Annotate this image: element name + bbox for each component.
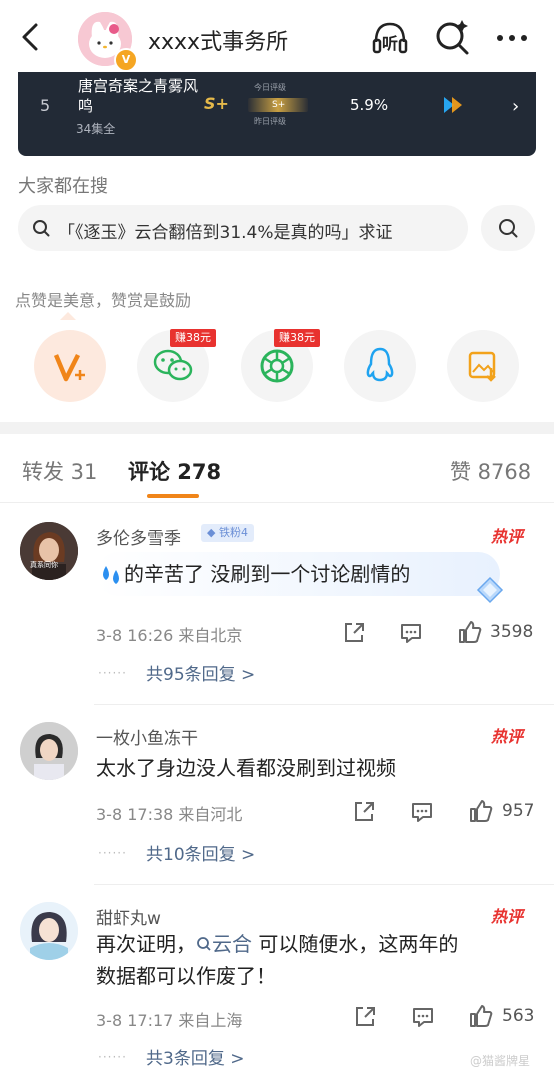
comment-time-location: 3-8 17:17 来自上海 <box>96 1011 243 1030</box>
comment-username[interactable]: 多伦多雪季 <box>96 524 181 549</box>
topic-link-text: 云合 <box>212 932 252 956</box>
qq-share-button[interactable] <box>344 330 416 402</box>
like-icon[interactable] <box>468 798 494 824</box>
comment-text: 太水了身边没人看都没刷到过视频 <box>96 756 396 780</box>
reply-dots: ······ <box>98 1050 127 1064</box>
vplus-reward-button[interactable] <box>34 330 106 402</box>
yesterday-grade-label: 昨日评级 <box>254 117 286 126</box>
reply-icon[interactable] <box>409 799 435 825</box>
listen-icon[interactable]: 听 <box>370 18 410 58</box>
hot-comment-badge: 热评 <box>491 727 524 746</box>
wechat-icon <box>153 349 193 381</box>
drama-title: 唐宫奇案之青雾风鸣 <box>78 77 199 115</box>
comment-username[interactable]: 一枚小鱼冻干 <box>96 724 198 749</box>
tab-divider <box>0 502 554 503</box>
rating-percent: 5.9% <box>350 96 389 114</box>
search-icon <box>197 937 211 951</box>
search-icon <box>499 219 518 238</box>
watermark: @猫酱牌星 <box>470 1054 531 1068</box>
hot-comment-badge: 热评 <box>491 907 524 926</box>
share-icon[interactable] <box>341 620 367 646</box>
trending-search-label: 大家都在搜 <box>18 176 108 197</box>
platform-logo-icon <box>444 97 462 113</box>
user-avatar[interactable] <box>20 902 78 960</box>
reward-title: 点赞是美意，赞赏是鼓励 <box>15 291 192 310</box>
avatar-caption: 真系同你 <box>30 561 58 569</box>
earn-badge: 赚38元 <box>274 329 320 347</box>
back-arrow-icon[interactable] <box>14 20 48 54</box>
tab-comment[interactable]: 评论 278 <box>128 456 221 486</box>
save-image-icon <box>468 351 496 382</box>
rank-number: 5 <box>40 96 51 115</box>
comment-text-line1: 再次证明， 云合 可以随便水，这两年的 <box>96 928 458 960</box>
verified-badge: V <box>114 48 138 72</box>
view-replies-link[interactable]: 共10条回复 > <box>146 840 255 865</box>
user-avatar[interactable]: 真系同你 <box>20 522 78 580</box>
like-icon[interactable] <box>468 1003 494 1029</box>
fan-badge: ◆ 铁粉4 <box>201 524 254 542</box>
ranking-banner[interactable]: 5 唐宫奇案之青雾风鸣 34集全 S+ 今日评级 S+ 昨日评级 5.9% › <box>18 72 536 156</box>
comment-text-pre: 再次证明， <box>96 932 196 956</box>
comment-text-line2: 数据都可以作废了！ <box>96 964 276 988</box>
reply-dots: ······ <box>98 666 127 680</box>
yesterday-grade-value: S+ <box>272 100 286 110</box>
like-count: 3598 <box>490 622 534 642</box>
share-icon[interactable] <box>352 1004 378 1030</box>
view-replies-link[interactable]: 共95条回复 > <box>146 660 255 685</box>
today-grade-label: 今日评级 <box>254 83 286 92</box>
comment-time-location: 3-8 17:38 来自河北 <box>96 805 243 824</box>
view-replies-link[interactable]: 共3条回复 > <box>146 1044 244 1069</box>
account-name[interactable]: xxxx式事务所 <box>148 24 288 56</box>
more-icon[interactable] <box>492 18 532 58</box>
comment-time-location: 3-8 16:26 来自北京 <box>96 626 243 645</box>
search-button[interactable] <box>481 205 535 251</box>
listen-label: 听 <box>382 34 399 53</box>
sweat-drops-icon <box>103 566 119 584</box>
comment-text-post: 可以随便水，这两年的 <box>252 932 459 956</box>
reward-pointer <box>60 312 76 320</box>
grade-label: S+ <box>204 94 229 113</box>
diamond-icon <box>476 576 504 604</box>
like-count: 957 <box>502 801 535 821</box>
reply-icon[interactable] <box>398 620 424 646</box>
reply-dots: ······ <box>98 846 127 860</box>
episode-count: 34集全 <box>76 122 116 136</box>
vplus-icon <box>54 353 85 382</box>
earn-badge: 赚38元 <box>170 329 216 347</box>
grade-bar: S+ <box>248 98 308 112</box>
chevron-right-icon: › <box>512 96 520 117</box>
active-tab-indicator <box>147 494 199 498</box>
comment-username[interactable]: 甜虾丸w <box>96 904 161 929</box>
topic-link[interactable]: 云合 <box>196 932 252 956</box>
moments-icon <box>260 349 294 383</box>
search-icon[interactable] <box>432 18 472 58</box>
save-image-button[interactable] <box>447 330 519 402</box>
search-icon <box>33 220 50 237</box>
tab-like[interactable]: 赞 8768 <box>450 456 531 486</box>
comment-text: 的辛苦了 没刷到一个讨论剧情的 <box>124 562 411 586</box>
tab-repost[interactable]: 转发 31 <box>22 456 97 486</box>
reply-icon[interactable] <box>410 1004 436 1030</box>
like-count: 563 <box>502 1006 535 1026</box>
comment-divider <box>94 884 554 885</box>
comment-divider <box>94 704 554 705</box>
fan-badge-label: 铁粉4 <box>218 526 248 539</box>
top-bar: V xxxx式事务所 听 <box>0 0 554 72</box>
section-divider <box>0 422 554 434</box>
user-avatar[interactable] <box>20 722 78 780</box>
qq-icon <box>366 347 394 382</box>
share-icon[interactable] <box>351 799 377 825</box>
like-icon[interactable] <box>457 619 483 645</box>
hot-comment-badge: 热评 <box>491 527 524 546</box>
trending-search-query[interactable]: 「《逐玉》云合翻倍到31.4%是真的吗」求证 <box>58 218 393 243</box>
